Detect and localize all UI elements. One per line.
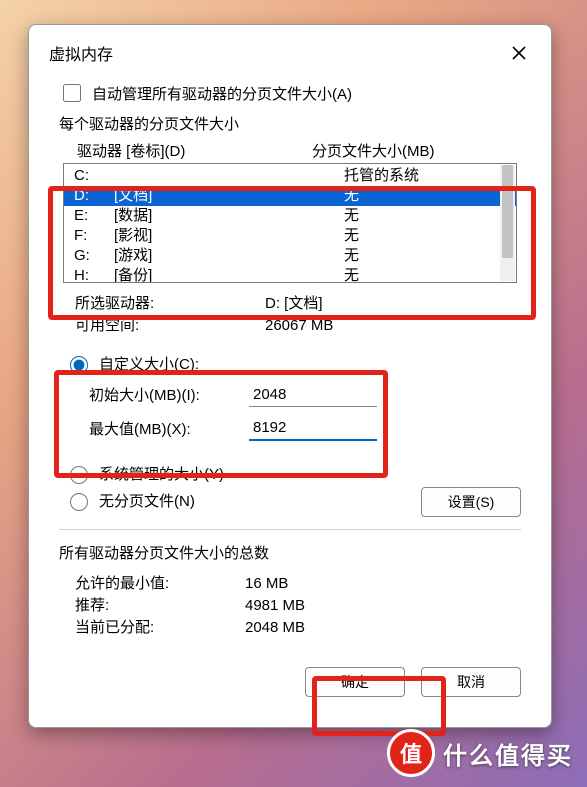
close-button[interactable] <box>507 41 531 65</box>
available-space-label: 可用空间: <box>75 315 265 337</box>
drive-row[interactable]: F:[影视]无 <box>64 226 516 246</box>
drive-row[interactable]: G:[游戏]无 <box>64 246 516 266</box>
no-paging-label: 无分页文件(N) <box>99 490 195 511</box>
dialog-title: 虚拟内存 <box>49 41 113 65</box>
virtual-memory-dialog: 虚拟内存 自动管理所有驱动器的分页文件大小(A) 每个驱动器的分页文件大小 驱动… <box>28 24 552 728</box>
set-button[interactable]: 设置(S) <box>421 487 521 517</box>
drive-label <box>114 166 344 186</box>
summary-block: 所有驱动器分页文件大小的总数 允许的最小值: 16 MB 推荐: 4981 MB… <box>59 542 521 639</box>
drive-letter: F: <box>74 226 114 246</box>
watermark-text: 什么值得买 <box>443 736 573 771</box>
scrollbar-thumb[interactable] <box>502 165 513 258</box>
min-allowed-value: 16 MB <box>245 573 288 595</box>
drive-row[interactable]: E:[数据]无 <box>64 206 516 226</box>
drive-pagefile-size: 无 <box>344 226 506 246</box>
header-size: 分页文件大小(MB) <box>312 140 435 161</box>
drive-letter: G: <box>74 246 114 266</box>
auto-manage-checkbox[interactable] <box>63 84 81 102</box>
selected-drive-label: 所选驱动器: <box>75 293 265 315</box>
drive-letter: E: <box>74 206 114 226</box>
custom-size-radio[interactable] <box>70 356 88 374</box>
initial-size-input[interactable] <box>249 382 377 407</box>
divider <box>59 529 521 530</box>
system-managed-row[interactable]: 系统管理的大小(Y) <box>65 463 521 484</box>
auto-manage-row[interactable]: 自动管理所有驱动器的分页文件大小(A) <box>59 81 521 105</box>
drive-row[interactable]: C: 托管的系统 <box>64 166 516 186</box>
ok-button[interactable]: 确定 <box>305 667 405 697</box>
drive-pagefile-size: 托管的系统 <box>344 166 506 186</box>
dialog-footer: 确定 取消 <box>59 667 521 697</box>
available-space-value: 26067 MB <box>265 315 333 337</box>
drive-listbox[interactable]: C:托管的系统D:[文档]无E:[数据]无F:[影视]无G:[游戏]无H:[备份… <box>63 163 517 283</box>
currently-allocated-label: 当前已分配: <box>75 617 245 639</box>
summary-title: 所有驱动器分页文件大小的总数 <box>59 542 521 563</box>
drive-row[interactable]: D:[文档]无 <box>64 186 516 206</box>
drive-label: [备份] <box>114 266 344 283</box>
max-size-label: 最大值(MB)(X): <box>89 418 249 439</box>
drive-label: [游戏] <box>114 246 344 266</box>
custom-size-row[interactable]: 自定义大小(C): <box>65 353 515 374</box>
recommended-value: 4981 MB <box>245 595 305 617</box>
per-drive-group-label: 每个驱动器的分页文件大小 <box>59 113 521 134</box>
scrollbar[interactable] <box>500 165 515 281</box>
drive-list-wrap: C:托管的系统D:[文档]无E:[数据]无F:[影视]无G:[游戏]无H:[备份… <box>59 163 521 283</box>
custom-size-block: 自定义大小(C): 初始大小(MB)(I): 最大值(MB)(X): <box>59 341 521 457</box>
no-paging-radio[interactable] <box>70 493 88 511</box>
min-allowed-label: 允许的最小值: <box>75 573 245 595</box>
header-drive: 驱动器 [卷标](D) <box>77 140 312 161</box>
titlebar: 虚拟内存 <box>29 25 551 75</box>
drive-letter: D: <box>74 186 114 206</box>
watermark-badge-icon: 值 <box>387 729 435 777</box>
drive-pagefile-size: 无 <box>344 186 506 206</box>
drive-letter: C: <box>74 166 114 186</box>
system-managed-label: 系统管理的大小(Y) <box>99 463 224 484</box>
dialog-body: 自动管理所有驱动器的分页文件大小(A) 每个驱动器的分页文件大小 驱动器 [卷标… <box>29 81 551 717</box>
system-managed-radio[interactable] <box>70 466 88 484</box>
selected-drive-value: D: [文档] <box>265 293 323 315</box>
drive-pagefile-size: 无 <box>344 246 506 266</box>
cancel-button[interactable]: 取消 <box>421 667 521 697</box>
custom-size-label: 自定义大小(C): <box>99 353 199 374</box>
drive-label: [数据] <box>114 206 344 226</box>
currently-allocated-value: 2048 MB <box>245 617 305 639</box>
initial-size-label: 初始大小(MB)(I): <box>89 384 249 405</box>
watermark: 值 什么值得买 <box>373 719 587 787</box>
drive-pagefile-size: 无 <box>344 206 506 226</box>
drive-label: [文档] <box>114 186 344 206</box>
max-size-input[interactable] <box>249 415 377 441</box>
drive-pagefile-size: 无 <box>344 266 506 283</box>
drive-list-header: 驱动器 [卷标](D) 分页文件大小(MB) <box>59 140 521 161</box>
recommended-label: 推荐: <box>75 595 245 617</box>
auto-manage-label: 自动管理所有驱动器的分页文件大小(A) <box>92 83 352 104</box>
drive-letter: H: <box>74 266 114 283</box>
selected-drive-info: 所选驱动器: D: [文档] 可用空间: 26067 MB <box>75 293 521 337</box>
drive-row[interactable]: H:[备份]无 <box>64 266 516 283</box>
close-icon <box>511 45 527 61</box>
drive-label: [影视] <box>114 226 344 246</box>
